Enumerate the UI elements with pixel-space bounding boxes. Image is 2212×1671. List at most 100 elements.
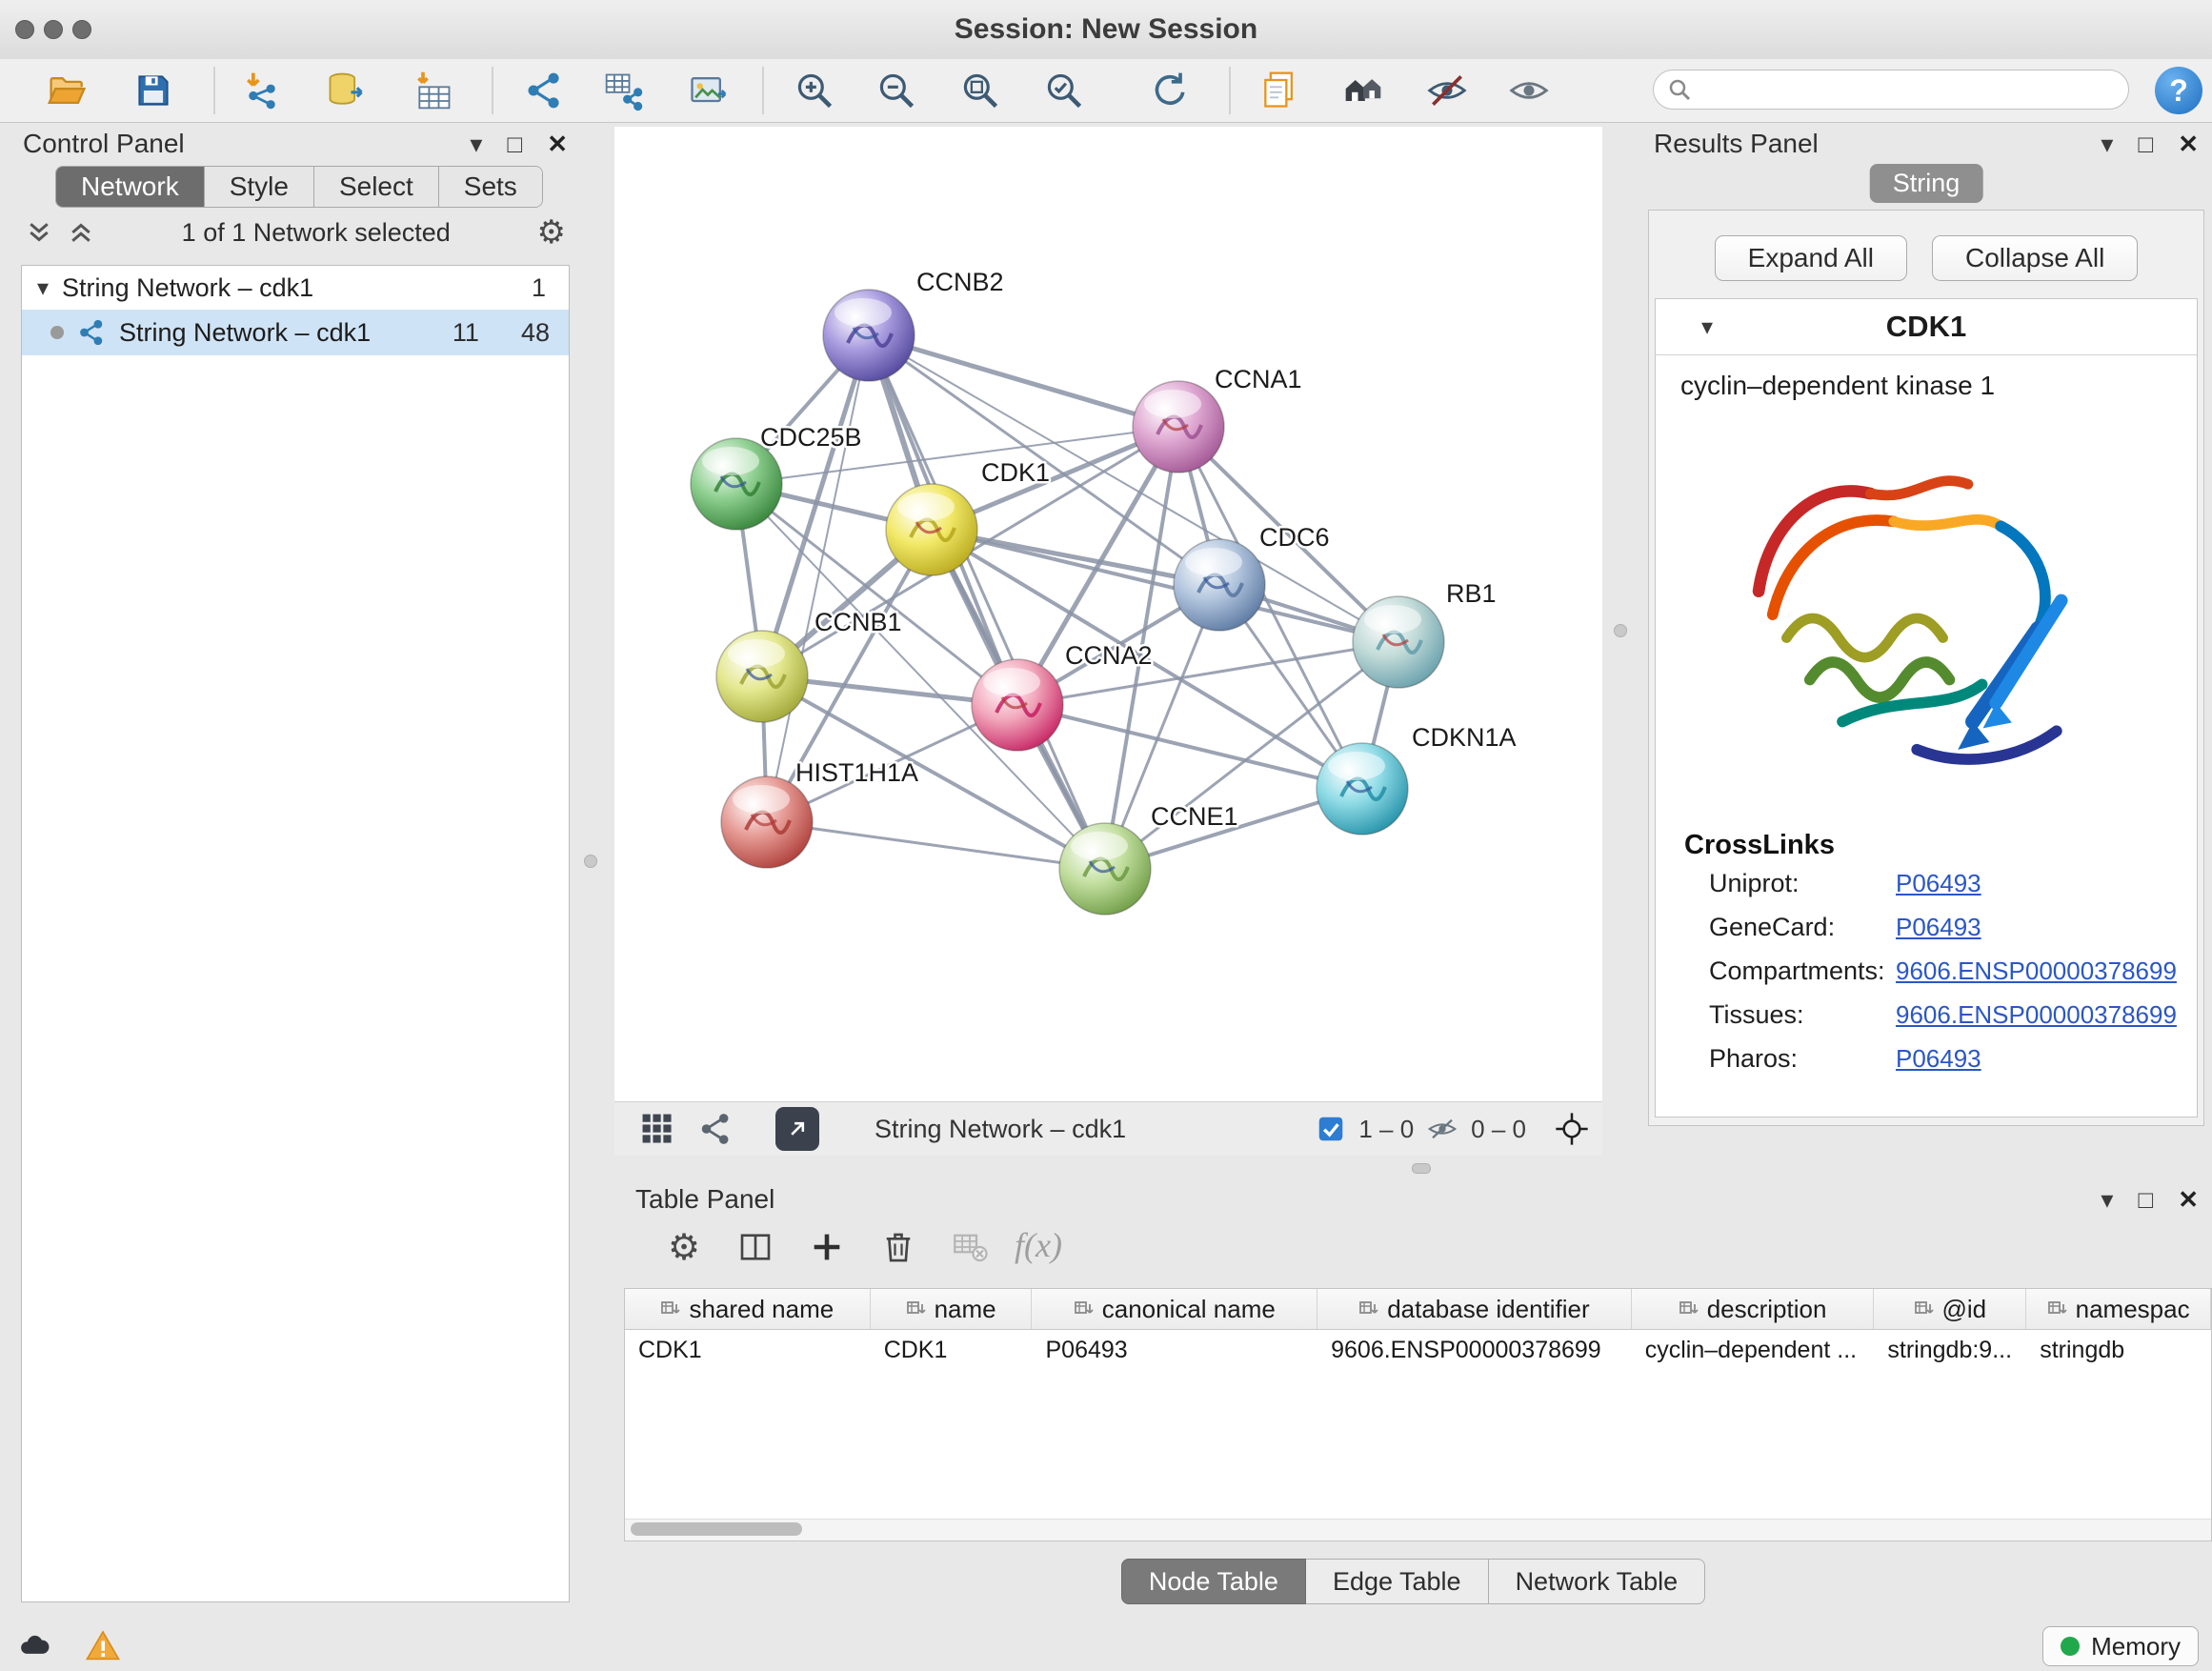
column-header-name[interactable]: name — [871, 1289, 1033, 1329]
import-network-file-button[interactable] — [240, 69, 284, 112]
scrollbar-thumb[interactable] — [631, 1522, 802, 1536]
import-network-database-button[interactable] — [324, 69, 368, 112]
string-tab-badge[interactable]: String — [1870, 164, 1983, 203]
zoom-selected-button[interactable] — [1042, 69, 1086, 112]
refresh-layout-button[interactable] — [1148, 69, 1192, 112]
column-header-namespac[interactable]: namespac — [2026, 1289, 2211, 1329]
expand-all-button[interactable]: Expand All — [1715, 235, 1907, 281]
crosslink-link[interactable]: 9606.ENSP00000378699 — [1896, 1000, 2177, 1030]
import-table-button[interactable] — [412, 69, 455, 112]
function-builder-fx-icon[interactable]: f(x) — [1015, 1225, 1062, 1265]
memory-button[interactable]: Memory — [2042, 1626, 2199, 1666]
new-network-button[interactable] — [522, 69, 566, 112]
network-node-CDC25B[interactable] — [691, 438, 782, 530]
network-edge-CCNB2-CCNE1[interactable] — [869, 335, 1105, 869]
gear-icon[interactable]: ⚙ — [537, 213, 566, 252]
tab-network[interactable]: Network — [56, 167, 205, 207]
network-node-CCNA2[interactable] — [972, 659, 1063, 751]
network-edge-HIST1H1A-CCNE1[interactable] — [767, 822, 1105, 869]
network-node-CCNE1[interactable] — [1059, 823, 1151, 915]
network-graph[interactable]: CCNB2CCNA1CDC25BCDK1CDC6RB1CCNB1CCNA2CDK… — [614, 127, 1602, 1101]
delete-column-trash-icon[interactable] — [876, 1225, 920, 1269]
left-splitter-handle[interactable] — [584, 855, 597, 868]
network-node-CCNB1[interactable] — [716, 631, 808, 722]
copy-button[interactable] — [1257, 69, 1301, 112]
panel-close-icon[interactable]: ✕ — [547, 131, 568, 156]
crosslink-link[interactable]: P06493 — [1896, 913, 1981, 942]
tab-style[interactable]: Style — [205, 167, 314, 207]
network-node-CDK1[interactable] — [886, 484, 977, 575]
table-row[interactable]: CDK1CDK1P064939606.ENSP00000378699cyclin… — [625, 1330, 2211, 1370]
birds-eye-grid-icon[interactable] — [638, 1110, 676, 1148]
export-image-button[interactable] — [686, 69, 730, 112]
save-session-button[interactable] — [131, 69, 175, 112]
network-node-CCNA1[interactable] — [1133, 381, 1224, 473]
network-overview-icon[interactable] — [697, 1111, 734, 1147]
panel-float-caret-icon[interactable]: ▾ — [2101, 1187, 2113, 1212]
network-node-HIST1H1A[interactable] — [721, 776, 813, 868]
detach-view-button[interactable] — [775, 1107, 819, 1151]
network-edge-CCNB2-CCNA1[interactable] — [869, 335, 1178, 427]
network-from-table-button[interactable] — [602, 69, 646, 112]
collapse-all-button[interactable]: Collapse All — [1932, 235, 2138, 281]
column-header-canonical-name[interactable]: canonical name — [1032, 1289, 1317, 1329]
table-cell[interactable]: stringdb — [2026, 1337, 2211, 1364]
crosslink-link[interactable]: P06493 — [1896, 869, 1981, 898]
table-cell[interactable]: cyclin–dependent ... — [1632, 1337, 1875, 1364]
panel-maximize-icon[interactable]: □ — [2138, 131, 2153, 156]
search-box[interactable] — [1653, 70, 2129, 110]
column-header-shared-name[interactable]: shared name — [625, 1289, 871, 1329]
horizontal-splitter-handle[interactable] — [1412, 1163, 1431, 1174]
show-columns-icon[interactable] — [734, 1225, 777, 1269]
network-edge-CCNA2-CDKN1A[interactable] — [1017, 705, 1362, 789]
network-node-RB1[interactable] — [1353, 596, 1444, 688]
panel-maximize-icon[interactable]: □ — [2138, 1187, 2153, 1212]
open-session-button[interactable] — [46, 69, 90, 112]
zoom-fit-button[interactable] — [958, 69, 1002, 112]
table-cell[interactable]: CDK1 — [871, 1337, 1033, 1364]
help-button[interactable]: ? — [2155, 67, 2202, 114]
network-node-CCNB2[interactable] — [823, 290, 915, 381]
network-collection-row[interactable]: ▾ String Network – cdk1 1 — [22, 266, 569, 310]
section-caret-icon[interactable]: ▾ — [1701, 313, 1713, 341]
selected-checkbox-icon[interactable] — [1317, 1115, 1345, 1143]
panel-maximize-icon[interactable]: □ — [507, 131, 522, 156]
expand-all-chevrons-icon[interactable] — [67, 218, 95, 247]
collapse-all-chevrons-icon[interactable] — [25, 218, 53, 247]
table-cell[interactable]: P06493 — [1032, 1337, 1317, 1364]
panel-float-caret-icon[interactable]: ▾ — [470, 131, 482, 156]
home-button[interactable] — [1341, 69, 1385, 112]
show-all-button[interactable] — [1507, 69, 1551, 112]
panel-float-caret-icon[interactable]: ▾ — [2101, 131, 2113, 156]
column-header-database-identifier[interactable]: database identifier — [1317, 1289, 1632, 1329]
network-view[interactable]: CCNB2CCNA1CDC25BCDK1CDC6RB1CCNB1CCNA2CDK… — [614, 127, 1602, 1101]
network-edge-CCNB2-HIST1H1A[interactable] — [767, 335, 869, 822]
tab-edge-table[interactable]: Edge Table — [1306, 1559, 1489, 1604]
tab-select[interactable]: Select — [314, 167, 439, 207]
network-node-CDKN1A[interactable] — [1317, 743, 1408, 835]
tab-network-table[interactable]: Network Table — [1489, 1559, 1706, 1604]
gene-section-header[interactable]: ▾ CDK1 — [1656, 299, 2197, 355]
tab-node-table[interactable]: Node Table — [1121, 1559, 1306, 1604]
table-settings-gear-icon[interactable]: ⚙ — [662, 1225, 706, 1269]
crosslink-link[interactable]: P06493 — [1896, 1044, 1981, 1074]
table-cell[interactable]: stringdb:9... — [1874, 1337, 2026, 1364]
crosshair-icon[interactable] — [1553, 1110, 1591, 1148]
cloud-status-icon[interactable] — [15, 1627, 53, 1665]
crosslink-link[interactable]: 9606.ENSP00000378699 — [1896, 956, 2177, 986]
network-node-CDC6[interactable] — [1174, 539, 1265, 631]
table-cell[interactable]: CDK1 — [625, 1337, 871, 1364]
panel-close-icon[interactable]: ✕ — [2178, 131, 2199, 156]
hide-selected-button[interactable] — [1425, 69, 1469, 112]
panel-close-icon[interactable]: ✕ — [2178, 1187, 2199, 1212]
search-input[interactable] — [1699, 72, 2128, 107]
table-cell[interactable]: 9606.ENSP00000378699 — [1317, 1337, 1632, 1364]
table-horizontal-scrollbar[interactable] — [625, 1519, 2211, 1540]
tree-caret-icon[interactable]: ▾ — [37, 274, 49, 302]
column-header-description[interactable]: description — [1632, 1289, 1875, 1329]
right-splitter-handle[interactable] — [1614, 624, 1627, 637]
warning-icon[interactable] — [84, 1627, 122, 1665]
tab-sets[interactable]: Sets — [439, 167, 542, 207]
column-header--id[interactable]: @id — [1874, 1289, 2026, 1329]
zoom-in-button[interactable] — [793, 69, 836, 112]
